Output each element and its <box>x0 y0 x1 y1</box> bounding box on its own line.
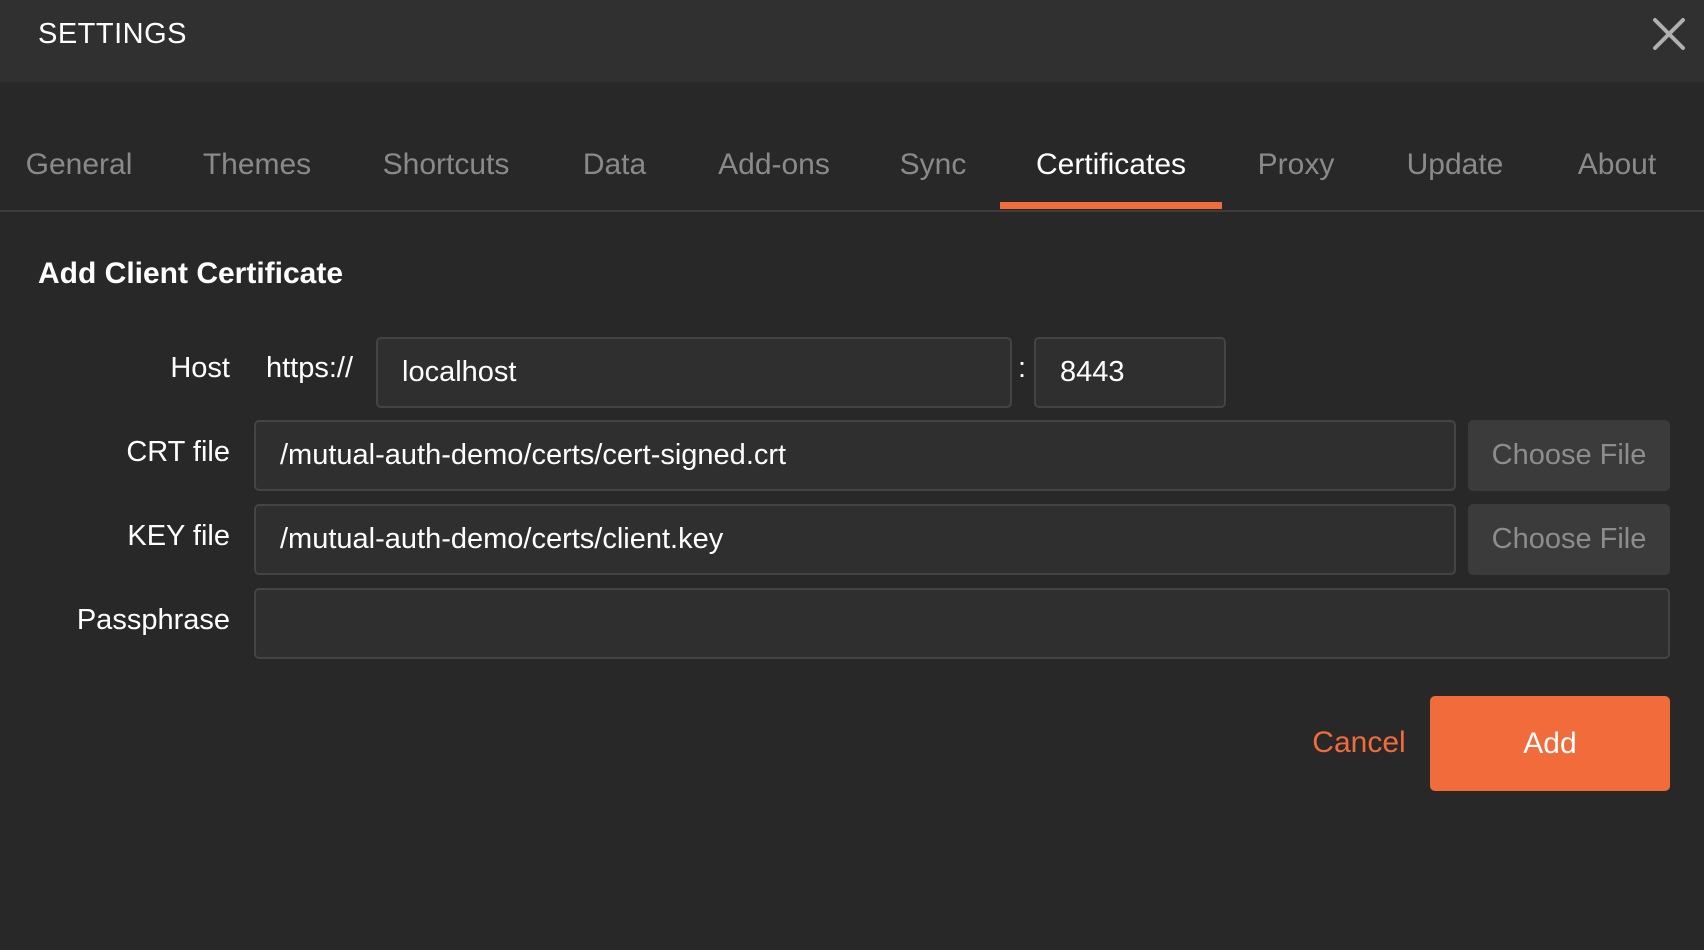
crt-file-input[interactable] <box>254 420 1456 491</box>
tab-add-ons[interactable]: Add-ons <box>700 130 848 208</box>
close-icon[interactable] <box>1651 16 1687 52</box>
settings-header: SETTINGS <box>0 0 1704 82</box>
section-title: Add Client Certificate <box>38 257 344 290</box>
tab-shortcuts[interactable]: Shortcuts <box>362 130 530 208</box>
tab-themes[interactable]: Themes <box>186 130 328 208</box>
key-choose-file-button[interactable]: Choose File <box>1468 504 1670 575</box>
crt-choose-file-button[interactable]: Choose File <box>1468 420 1670 491</box>
active-tab-indicator <box>1000 202 1222 209</box>
passphrase-input[interactable] <box>254 588 1670 659</box>
settings-tabs: General Themes Shortcuts Data Add-ons Sy… <box>0 130 1704 212</box>
add-button[interactable]: Add <box>1430 696 1670 791</box>
tab-certificates[interactable]: Certificates <box>1000 130 1222 208</box>
tab-about[interactable]: About <box>1564 130 1670 208</box>
passphrase-label: Passphrase <box>76 604 230 636</box>
key-file-label: KEY file <box>127 520 230 552</box>
port-input[interactable] <box>1034 337 1226 408</box>
tab-proxy[interactable]: Proxy <box>1245 130 1347 208</box>
tab-general[interactable]: General <box>0 130 158 208</box>
host-input[interactable] <box>376 337 1012 408</box>
crt-file-label: CRT file <box>126 436 230 468</box>
host-label: Host <box>170 352 230 384</box>
dialog-title: SETTINGS <box>38 18 188 50</box>
tab-data[interactable]: Data <box>567 130 662 208</box>
cancel-button[interactable]: Cancel <box>1300 696 1418 790</box>
host-port-separator: : <box>1018 352 1027 384</box>
host-prefix: https:// <box>266 352 354 384</box>
key-file-input[interactable] <box>254 504 1456 575</box>
tab-update[interactable]: Update <box>1395 130 1515 208</box>
tab-sync[interactable]: Sync <box>885 130 981 208</box>
